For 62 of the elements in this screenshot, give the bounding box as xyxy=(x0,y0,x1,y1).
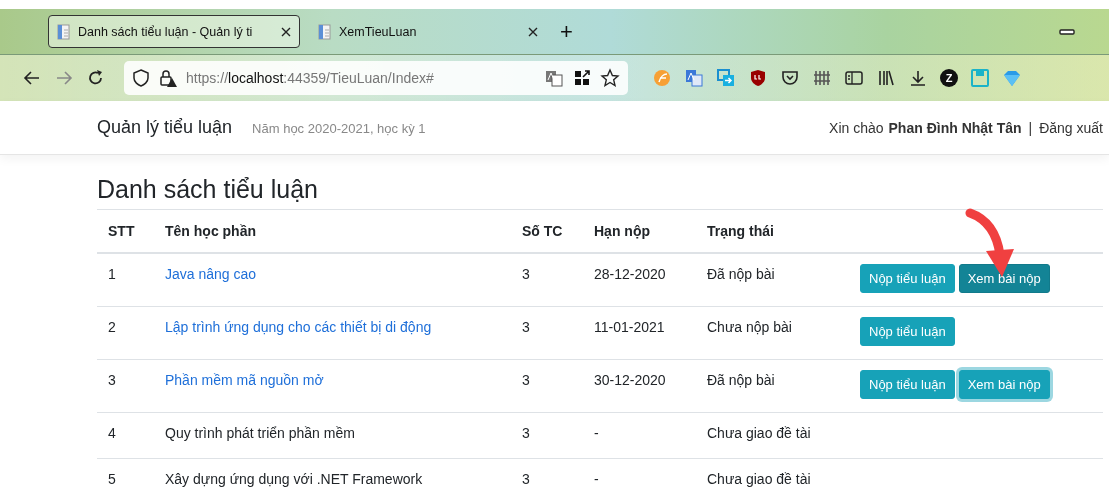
action-button[interactable]: Xem bài nộp xyxy=(958,264,1050,293)
sidebar-icon[interactable] xyxy=(844,68,864,88)
close-icon[interactable] xyxy=(280,25,292,38)
course-link[interactable]: Phần mềm mã nguồn mở xyxy=(165,371,324,388)
table-cell: 11-01-2021 xyxy=(583,306,696,359)
table-cell: 3 xyxy=(511,359,583,412)
table-cell: 4 xyxy=(97,412,154,458)
translate-icon[interactable] xyxy=(684,68,704,88)
column-header: STT xyxy=(97,209,154,253)
lock-warning-icon xyxy=(158,68,178,88)
minimize-icon[interactable] xyxy=(1059,28,1075,35)
table-cell: 3 xyxy=(97,359,154,412)
document-icon xyxy=(317,23,332,40)
library-icon[interactable] xyxy=(876,68,896,88)
table-cell: 3 xyxy=(511,412,583,458)
close-icon[interactable] xyxy=(527,25,539,38)
table-cell: Chưa giao đề tài xyxy=(696,412,849,458)
table-cell: - xyxy=(583,412,696,458)
course-link[interactable]: Java nâng cao xyxy=(165,266,257,282)
browser-tab[interactable]: Danh sách tiểu luận - Quản lý ti xyxy=(48,15,300,48)
table-cell: 2 xyxy=(97,306,154,359)
user-name: Phan Đình Nhật Tân xyxy=(888,119,1022,136)
download-icon[interactable] xyxy=(908,68,928,88)
grid-icon[interactable] xyxy=(572,68,592,88)
window-arrow-icon[interactable] xyxy=(716,68,736,88)
shield-icon[interactable] xyxy=(748,68,768,88)
logout-link[interactable]: Đăng xuất xyxy=(1039,119,1103,136)
table-cell: 28-12-2020 xyxy=(583,253,696,306)
term-text: Năm học 2020-2021, học kỳ 1 xyxy=(252,121,426,136)
page-heading: Danh sách tiểu luận xyxy=(97,175,319,204)
profile-badge[interactable]: Z xyxy=(940,69,958,87)
table-cell: Đã nộp bài xyxy=(696,359,849,412)
table-cell: Xây dựng ứng dụng với .NET Framework xyxy=(154,458,511,499)
separator-text: | xyxy=(1028,119,1033,136)
browser-tab[interactable]: XemTieuLuan xyxy=(310,15,546,48)
address-bar[interactable]: https://localhost:44359/TieuLuan/Index# xyxy=(124,61,628,95)
table-cell: - xyxy=(583,458,696,499)
table-cell: 3 xyxy=(511,306,583,359)
table-cell: 1 xyxy=(97,253,154,306)
shield-icon xyxy=(132,68,150,88)
url-text[interactable]: https://localhost:44359/TieuLuan/Index# xyxy=(186,70,434,86)
table-cell: 5 xyxy=(97,458,154,499)
star-icon[interactable] xyxy=(600,68,620,88)
brand-link[interactable]: Quản lý tiểu luận xyxy=(97,117,233,138)
table-cell: 3 xyxy=(511,253,583,306)
course-link[interactable]: Lập trình ứng dụng cho các thiết bị di động xyxy=(165,318,432,335)
column-header: Số TC xyxy=(511,209,583,253)
translate-icon[interactable] xyxy=(544,68,564,88)
table-cell: Quy trình phát triển phần mềm xyxy=(154,412,511,458)
table-cell: Đã nộp bài xyxy=(696,253,849,306)
column-header: Trạng thái xyxy=(696,209,849,253)
column-header: Tên học phần xyxy=(154,209,511,253)
column-header: Hạn nộp xyxy=(583,209,696,253)
fence-icon[interactable] xyxy=(812,68,832,88)
greeting-text: Xin chào xyxy=(829,119,884,136)
table-cell: 3 xyxy=(511,458,583,499)
new-tab-button[interactable]: + xyxy=(556,18,577,45)
table-cell: Chưa nộp bài xyxy=(696,306,849,359)
pocket-icon[interactable] xyxy=(780,68,800,88)
table-cell: Chưa giao đề tài xyxy=(696,458,849,499)
document-icon xyxy=(56,23,71,40)
table-cell: 30-12-2020 xyxy=(583,359,696,412)
